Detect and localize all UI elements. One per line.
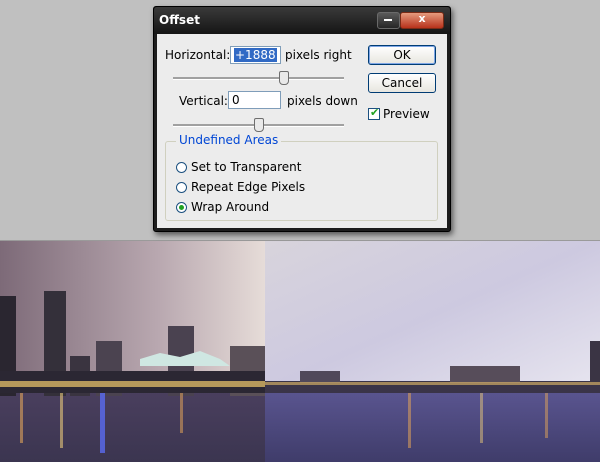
dialog-title: Offset <box>159 13 200 27</box>
vertical-label: Vertical: <box>179 94 228 108</box>
offset-dialog: Offset x Horizontal: +1888 pixels right … <box>153 6 451 232</box>
preview-label: Preview <box>383 107 430 121</box>
check-icon: ✔ <box>370 106 380 119</box>
dialog-titlebar[interactable]: Offset x <box>154 7 450 34</box>
minimize-icon <box>384 19 392 21</box>
city-night-photo <box>0 241 600 462</box>
minimize-button[interactable] <box>377 12 400 29</box>
ok-button[interactable]: OK <box>368 45 436 65</box>
vertical-input[interactable]: 0 <box>228 91 281 109</box>
radio-set-to-transparent[interactable] <box>176 162 187 173</box>
document-canvas[interactable] <box>0 241 600 462</box>
vertical-unit: pixels down <box>287 94 358 108</box>
horizontal-slider-track <box>173 77 344 80</box>
cancel-button[interactable]: Cancel <box>368 73 436 93</box>
close-button[interactable]: x <box>400 12 444 29</box>
radio-dot <box>179 205 184 210</box>
vertical-value: 0 <box>232 93 240 107</box>
horizontal-input[interactable]: +1888 <box>230 46 281 64</box>
horizontal-unit: pixels right <box>285 48 352 62</box>
undefined-areas-group: Undefined Areas Set to Transparent Repea… <box>165 133 438 221</box>
undefined-areas-title: Undefined Areas <box>176 133 282 147</box>
vertical-slider[interactable] <box>173 118 344 132</box>
close-icon: x <box>418 12 426 25</box>
horizontal-slider[interactable] <box>173 71 344 85</box>
vertical-slider-thumb[interactable] <box>254 118 264 132</box>
horizontal-value: +1888 <box>234 48 277 62</box>
horizontal-slider-thumb[interactable] <box>279 71 289 85</box>
dialog-body: Horizontal: +1888 pixels right Vertical:… <box>157 34 447 228</box>
option-label: Wrap Around <box>191 200 270 214</box>
radio-wrap-around[interactable] <box>176 202 187 213</box>
preview-checkbox[interactable]: ✔ <box>368 106 380 120</box>
option-label: Set to Transparent <box>191 160 302 174</box>
horizontal-label: Horizontal: <box>165 48 231 62</box>
option-label: Repeat Edge Pixels <box>191 180 306 194</box>
radio-repeat-edge-pixels[interactable] <box>176 182 187 193</box>
